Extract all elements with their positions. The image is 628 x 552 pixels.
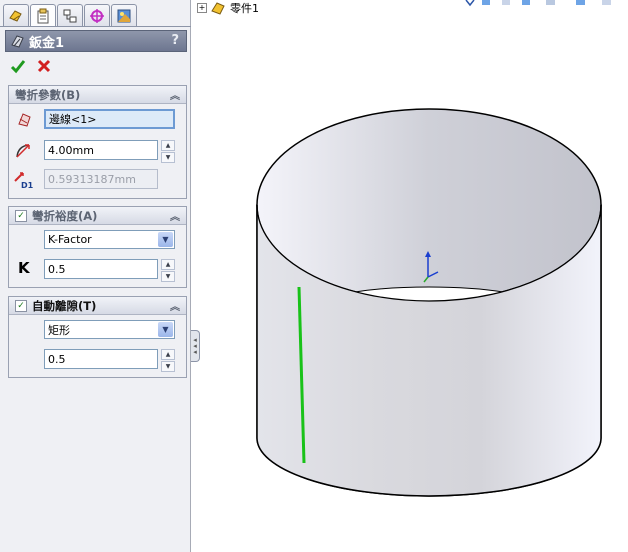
- collapse-chevron-icon[interactable]: ︽: [170, 87, 180, 102]
- k-factor-field[interactable]: 0.5: [44, 259, 158, 279]
- tab-configuration-manager[interactable]: [57, 4, 83, 26]
- bend-allowance-checkbox[interactable]: ✓: [15, 209, 27, 222]
- bend-radius-icon: [16, 144, 30, 158]
- auto-relief-title: 自動離隙(T): [32, 298, 97, 313]
- checkmark-icon: [10, 60, 26, 74]
- bend-parameters-header[interactable]: 彎折參數(B) ︽: [9, 86, 186, 104]
- bend-parameters-title: 彎折參數(B): [15, 87, 81, 102]
- k-factor-label: K: [18, 259, 30, 277]
- spin-down-icon[interactable]: ▼: [161, 271, 175, 282]
- auto-relief-group: ✓ 自動離隙(T) ︽ 矩形 ▼ 0.5 ▲ ▼: [8, 296, 187, 378]
- relief-ratio-spinner[interactable]: ▲ ▼: [161, 349, 175, 372]
- bend-parameters-group: 彎折參數(B) ︽ 邊線<1> 4.00mm ▲ ▼ D1 0.59313187…: [8, 85, 187, 199]
- relief-type-value: 矩形: [48, 323, 70, 337]
- spin-down-icon[interactable]: ▼: [161, 361, 175, 372]
- property-manager-panel: 鈑金1 ? 彎折參數(B) ︽ 邊線<1> 4.00mm ▲ ▼ D1 0.59…: [0, 0, 191, 552]
- svg-text:D1: D1: [21, 181, 34, 189]
- property-manager-icon: [37, 8, 49, 24]
- auto-relief-header[interactable]: ✓ 自動離隙(T) ︽: [9, 297, 186, 315]
- cancel-button[interactable]: [36, 58, 52, 78]
- k-factor-spinner[interactable]: ▲ ▼: [161, 259, 175, 282]
- help-button[interactable]: ?: [171, 33, 179, 48]
- tab-feature-manager[interactable]: [3, 4, 29, 26]
- thickness-field[interactable]: 0.59313187mm: [44, 169, 158, 189]
- tab-property-manager[interactable]: [30, 4, 56, 27]
- bend-allowance-group: ✓ 彎折裕度(A) ︽ K-Factor ▼ K 0.5 ▲ ▼: [8, 206, 187, 288]
- fixed-edge-field[interactable]: 邊線<1>: [44, 109, 175, 129]
- auto-relief-checkbox[interactable]: ✓: [15, 299, 27, 312]
- property-manager-title-bar: 鈑金1 ?: [5, 30, 187, 52]
- tab-display-manager[interactable]: [111, 4, 137, 26]
- spin-up-icon[interactable]: ▲: [161, 259, 175, 270]
- spin-up-icon[interactable]: ▲: [161, 140, 175, 151]
- relief-type-select[interactable]: 矩形 ▼: [44, 320, 175, 339]
- configuration-manager-icon: [63, 9, 77, 22]
- tab-divider: [0, 26, 191, 27]
- feature-title: 鈑金1: [29, 35, 65, 51]
- bend-radius-field[interactable]: 4.00mm: [44, 140, 158, 160]
- feature-manager-icon: [9, 9, 22, 22]
- collapse-chevron-icon[interactable]: ︽: [170, 298, 180, 313]
- cylinder-top-rim[interactable]: [256, 108, 602, 302]
- ok-button[interactable]: [10, 58, 26, 78]
- chevron-down-icon[interactable]: ▼: [158, 232, 173, 247]
- thickness-value: 0.59313187mm: [48, 172, 136, 186]
- display-manager-icon: [117, 9, 131, 22]
- bend-allowance-title: 彎折裕度(A): [32, 208, 98, 223]
- bend-allowance-type-select[interactable]: K-Factor ▼: [44, 230, 175, 249]
- relief-ratio-value: 0.5: [48, 352, 66, 366]
- bend-allowance-header[interactable]: ✓ 彎折裕度(A) ︽: [9, 207, 186, 225]
- bend-allowance-type-value: K-Factor: [48, 233, 92, 246]
- spin-down-icon[interactable]: ▼: [161, 152, 175, 163]
- bend-radius-value: 4.00mm: [48, 143, 94, 157]
- chevron-down-icon[interactable]: ▼: [158, 322, 173, 337]
- bend-radius-spinner[interactable]: ▲ ▼: [161, 140, 175, 163]
- relief-ratio-field[interactable]: 0.5: [44, 349, 158, 369]
- fixed-face-icon: [18, 113, 31, 127]
- cylinder-model-view[interactable]: [192, 0, 622, 552]
- dimxpert-icon: [90, 8, 104, 23]
- x-icon: [37, 59, 51, 73]
- thickness-icon: D1: [14, 172, 34, 189]
- sheet-metal-icon: [11, 35, 24, 48]
- k-factor-value: 0.5: [48, 262, 66, 276]
- fixed-edge-value: 邊線<1>: [49, 113, 97, 126]
- collapse-chevron-icon[interactable]: ︽: [170, 208, 180, 223]
- spin-up-icon[interactable]: ▲: [161, 349, 175, 360]
- tab-dimxpert[interactable]: [84, 4, 110, 26]
